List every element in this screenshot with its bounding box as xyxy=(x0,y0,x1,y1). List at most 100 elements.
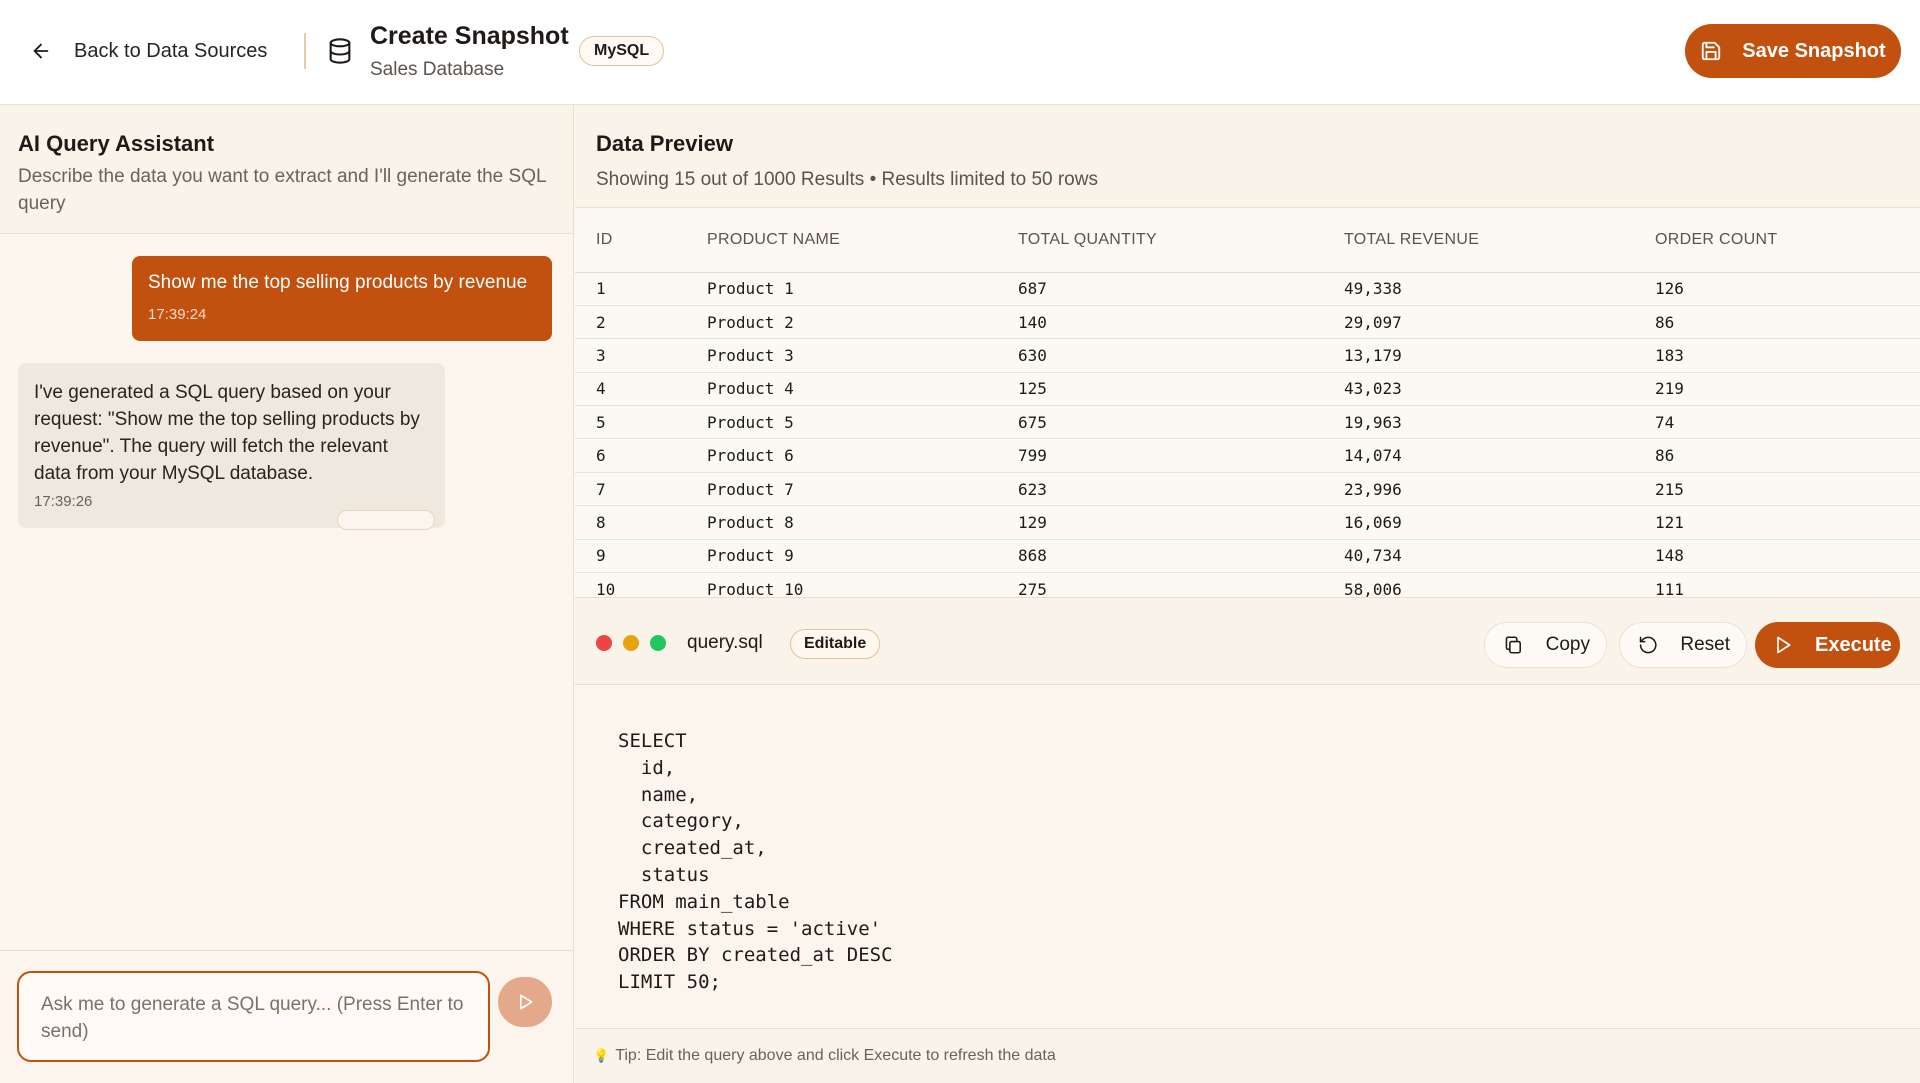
cell-id: 5 xyxy=(575,405,686,440)
ai-assistant-panel: AI Query Assistant Describe the data you… xyxy=(0,105,574,1083)
cell-total-revenue: 16,069 xyxy=(1323,505,1634,540)
database-icon xyxy=(329,38,351,64)
sql-code[interactable]: SELECT id, name, category, created_at, s… xyxy=(618,728,893,996)
message-time: 17:39:26 xyxy=(34,493,93,510)
reset-label: Reset xyxy=(1680,634,1730,655)
table-row: 5 Product 5 675 19,963 74 xyxy=(575,405,1920,440)
table-row: 8 Product 8 129 16,069 121 xyxy=(575,505,1920,540)
column-header-product-name[interactable]: PRODUCT NAME xyxy=(686,208,997,273)
cell-total-revenue: 40,734 xyxy=(1323,539,1634,574)
data-preview-panel: Data Preview Showing 15 out of 1000 Resu… xyxy=(575,105,1920,1083)
cell-id: 1 xyxy=(575,272,686,306)
send-button[interactable] xyxy=(498,977,552,1027)
cell-total-revenue: 29,097 xyxy=(1323,305,1634,340)
cell-order-count: 219 xyxy=(1634,372,1920,407)
cell-total-quantity: 675 xyxy=(997,405,1323,440)
cell-total-quantity: 687 xyxy=(997,272,1323,306)
cell-total-revenue: 43,023 xyxy=(1323,372,1634,407)
preview-title: Data Preview xyxy=(596,131,733,156)
save-snapshot-button[interactable]: Save Snapshot xyxy=(1685,24,1901,78)
reset-icon xyxy=(1639,636,1657,654)
column-header-total-revenue[interactable]: TOTAL REVENUE xyxy=(1323,208,1634,273)
column-header-total-quantity[interactable]: TOTAL QUANTITY xyxy=(997,208,1323,273)
preview-subtitle: Showing 15 out of 1000 Results • Results… xyxy=(596,169,1098,190)
editor-toolbar: query.sql Editable Copy Reset Execute xyxy=(575,597,1920,685)
cell-total-revenue: 58,006 xyxy=(1323,572,1634,597)
cell-total-quantity: 623 xyxy=(997,472,1323,507)
cell-id: 7 xyxy=(575,472,686,507)
sql-editor[interactable]: SELECT id, name, category, created_at, s… xyxy=(575,685,1920,1034)
column-header-order-count[interactable]: ORDER COUNT xyxy=(1634,208,1920,273)
chat-input[interactable]: Ask me to generate a SQL query... (Press… xyxy=(17,971,490,1062)
cell-order-count: 86 xyxy=(1634,438,1920,473)
window-minimize-dot xyxy=(623,635,639,651)
db-type-badge: MySQL xyxy=(579,36,665,66)
tip-bar: 💡 Tip: Edit the query above and click Ex… xyxy=(575,1028,1920,1083)
copy-icon xyxy=(1505,636,1521,654)
cell-product-name: Product 10 xyxy=(686,572,997,597)
cell-product-name: Product 5 xyxy=(686,405,997,440)
cell-id: 4 xyxy=(575,372,686,407)
title-block: Create Snapshot Sales Database xyxy=(370,22,569,81)
table-row: 10 Product 10 275 58,006 111 xyxy=(575,572,1920,597)
page-title: Create Snapshot xyxy=(370,22,569,50)
message-time: 17:39:24 xyxy=(148,306,207,323)
cell-total-revenue: 14,074 xyxy=(1323,438,1634,473)
cell-total-quantity: 129 xyxy=(997,505,1323,540)
table-row: 6 Product 6 799 14,074 86 xyxy=(575,438,1920,473)
table-row: 2 Product 2 140 29,097 86 xyxy=(575,305,1920,340)
preview-header: Data Preview Showing 15 out of 1000 Resu… xyxy=(575,105,1920,208)
cell-product-name: Product 6 xyxy=(686,438,997,473)
header-divider xyxy=(304,33,306,69)
arrow-left-icon xyxy=(33,43,49,59)
chat-input-bar: Ask me to generate a SQL query... (Press… xyxy=(0,950,574,1083)
cell-id: 6 xyxy=(575,438,686,473)
column-header-id[interactable]: ID xyxy=(575,208,686,273)
cell-order-count: 121 xyxy=(1634,505,1920,540)
cell-product-name: Product 2 xyxy=(686,305,997,340)
execute-label: Execute xyxy=(1815,633,1892,656)
results-table-container[interactable]: ID PRODUCT NAME TOTAL QUANTITY TOTAL REV… xyxy=(575,208,1920,597)
table-row: 7 Product 7 623 23,996 215 xyxy=(575,472,1920,507)
cell-order-count: 111 xyxy=(1634,572,1920,597)
lightbulb-icon: 💡 xyxy=(593,1048,610,1063)
save-snapshot-label: Save Snapshot xyxy=(1742,39,1886,62)
editable-badge: Editable xyxy=(790,629,881,659)
cell-product-name: Product 7 xyxy=(686,472,997,507)
cell-total-quantity: 630 xyxy=(997,338,1323,373)
cell-product-name: Product 1 xyxy=(686,272,997,306)
cell-order-count: 215 xyxy=(1634,472,1920,507)
cell-id: 10 xyxy=(575,572,686,597)
execute-button[interactable]: Execute xyxy=(1755,622,1900,668)
top-header: Back to Data Sources Create Snapshot Sal… xyxy=(0,0,1920,105)
cell-product-name: Product 3 xyxy=(686,338,997,373)
assistant-header: AI Query Assistant Describe the data you… xyxy=(0,105,573,234)
cell-product-name: Product 9 xyxy=(686,539,997,574)
table-header-row: ID PRODUCT NAME TOTAL QUANTITY TOTAL REV… xyxy=(575,208,1920,273)
cell-id: 8 xyxy=(575,505,686,540)
assistant-title: AI Query Assistant xyxy=(18,131,215,156)
assistant-description: Describe the data you want to extract an… xyxy=(18,166,546,214)
cell-product-name: Product 4 xyxy=(686,372,997,407)
reset-button[interactable]: Reset xyxy=(1619,622,1747,668)
page-subtitle: Sales Database xyxy=(370,59,505,80)
cell-order-count: 74 xyxy=(1634,405,1920,440)
table-row: 4 Product 4 125 43,023 219 xyxy=(575,372,1920,407)
window-close-dot xyxy=(596,635,612,651)
table-row: 9 Product 9 868 40,734 148 xyxy=(575,539,1920,574)
play-icon xyxy=(1777,636,1791,654)
cell-total-revenue: 19,963 xyxy=(1323,405,1634,440)
cell-total-quantity: 140 xyxy=(997,305,1323,340)
send-icon xyxy=(520,994,533,1010)
back-to-data-sources-button[interactable]: Back to Data Sources xyxy=(30,30,267,72)
assistant-message: I've generated a SQL query based on your… xyxy=(18,363,445,530)
copy-button[interactable]: Copy xyxy=(1484,622,1607,668)
chat-messages: Show me the top selling products by reve… xyxy=(0,234,574,955)
cell-total-quantity: 799 xyxy=(997,438,1323,473)
editor-filename: query.sql xyxy=(687,632,763,653)
table-row: 1 Product 1 687 49,338 126 xyxy=(575,272,1920,306)
tip-text: Tip: Edit the query above and click Exec… xyxy=(615,1047,1056,1064)
cell-id: 3 xyxy=(575,338,686,373)
back-label: Back to Data Sources xyxy=(74,39,268,62)
message-action-button[interactable] xyxy=(337,510,435,530)
